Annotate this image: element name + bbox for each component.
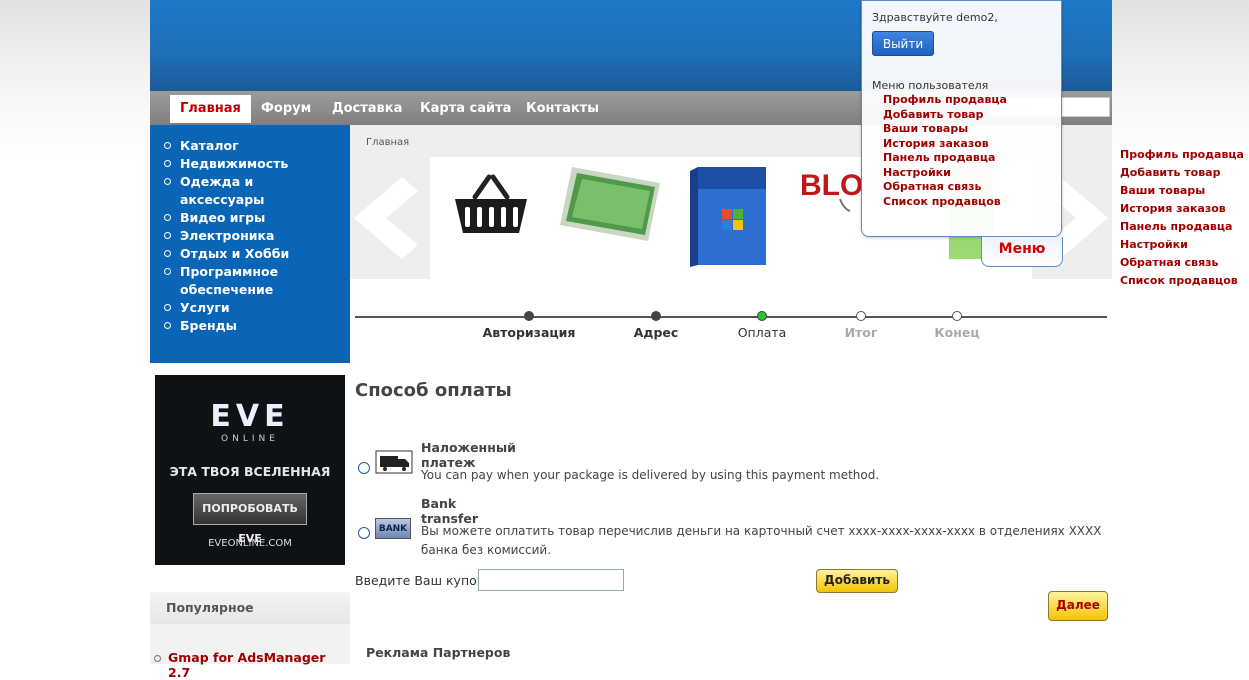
software-disc-image[interactable] xyxy=(560,167,662,241)
right-link-settings[interactable]: Настройки xyxy=(1120,236,1244,254)
nav-item-home[interactable]: Главная xyxy=(170,95,251,123)
bank-icon: BANK xyxy=(375,518,411,539)
user-menu-title: Меню пользователя xyxy=(872,79,989,92)
user-menu-seller-panel[interactable]: Панель продавца xyxy=(883,151,1007,166)
step-label: Авторизация xyxy=(482,325,576,340)
step-dot xyxy=(651,311,661,321)
payment-desc-cod: You can pay when your package is deliver… xyxy=(421,468,880,482)
right-link-seller-profile[interactable]: Профиль продавца xyxy=(1120,146,1244,164)
step-dot xyxy=(952,311,962,321)
category-link[interactable]: Каталог xyxy=(164,137,350,155)
category-link[interactable]: Электроника xyxy=(164,227,350,245)
category-link[interactable]: Одежда и аксессуары xyxy=(164,173,270,209)
category-sidebar: Каталог Недвижимость Одежда и аксессуары… xyxy=(150,125,350,363)
page-background-left xyxy=(0,0,150,664)
user-menu-settings[interactable]: Настройки xyxy=(883,166,1007,181)
right-link-seller-panel[interactable]: Панель продавца xyxy=(1120,218,1244,236)
user-menu-your-items[interactable]: Ваши товары xyxy=(883,122,1007,137)
user-menu-feedback[interactable]: Обратная связь xyxy=(883,180,1007,195)
right-link-feedback[interactable]: Обратная связь xyxy=(1120,254,1244,272)
popular-heading: Популярное xyxy=(150,592,350,624)
user-menu-sellers-list[interactable]: Список продавцов xyxy=(883,195,1007,210)
nav-item-sitemap[interactable]: Карта сайта xyxy=(410,95,521,123)
user-menu-seller-profile[interactable]: Профиль продавца xyxy=(883,93,1007,108)
payment-radio-bank[interactable] xyxy=(358,527,370,539)
eve-online-ad-banner[interactable]: EVE ONLINE ЭТА ТВОЯ ВСЕЛЕННАЯ ПОПРОБОВАТ… xyxy=(155,375,345,565)
category-link[interactable]: Бренды xyxy=(164,317,350,335)
user-menu-panel: Здравствуйте demo2, Выйти Меню пользоват… xyxy=(861,0,1062,237)
add-coupon-button[interactable]: Добавить xyxy=(816,569,898,593)
user-menu-order-history[interactable]: История заказов xyxy=(883,137,1007,152)
carousel-prev-arrow[interactable] xyxy=(350,157,430,279)
coupon-label: Введите Ваш купон xyxy=(355,573,485,588)
user-greeting: Здравствуйте demo2, xyxy=(872,11,998,24)
user-menu-toggle-tab[interactable]: Меню xyxy=(981,237,1063,267)
right-link-order-history[interactable]: История заказов xyxy=(1120,200,1244,218)
step-dot xyxy=(856,311,866,321)
chevron-left-icon xyxy=(354,177,418,259)
next-button[interactable]: Далее xyxy=(1048,591,1108,621)
eve-logo-subtitle: ONLINE xyxy=(221,434,279,444)
category-link[interactable]: Видео игры xyxy=(164,209,350,227)
truck-icon xyxy=(375,450,413,474)
svg-text:BLO: BLO xyxy=(800,169,863,202)
step-dot xyxy=(524,311,534,321)
nav-item-forum[interactable]: Форум xyxy=(251,95,321,123)
category-link[interactable]: Программное обеспечение xyxy=(164,263,280,299)
ad-url: EVEONLINE.COM xyxy=(208,538,292,549)
basket-icon[interactable] xyxy=(453,171,529,241)
breadcrumb[interactable]: Главная xyxy=(366,137,409,148)
step-label: Итог xyxy=(844,325,878,340)
ad-tagline: ЭТА ТВОЯ ВСЕЛЕННАЯ xyxy=(169,464,331,479)
user-menu-list: Профиль продавца Добавить товар Ваши тов… xyxy=(883,93,1007,209)
eve-logo: EVE xyxy=(210,399,290,434)
step-label: Оплата xyxy=(737,325,787,340)
nav-item-contacts[interactable]: Контакты xyxy=(516,95,609,123)
popular-list: Gmap for AdsManager 2.7 xyxy=(150,624,350,680)
category-link[interactable]: Отдых и Хобби xyxy=(164,245,350,263)
category-link[interactable]: Услуги xyxy=(164,299,350,317)
step-dot xyxy=(757,311,767,321)
step-label: Адрес xyxy=(633,325,679,340)
windows-xp-box-image[interactable] xyxy=(690,167,768,267)
nav-item-delivery[interactable]: Доставка xyxy=(322,95,412,123)
payment-desc-bank: Вы можете оплатить товар перечислив день… xyxy=(421,524,1102,557)
logout-button[interactable]: Выйти xyxy=(872,31,934,56)
step-label: Конец xyxy=(934,325,980,340)
right-link-your-items[interactable]: Ваши товары xyxy=(1120,182,1244,200)
user-menu-add-item[interactable]: Добавить товар xyxy=(883,108,1007,123)
coupon-input[interactable] xyxy=(478,569,624,591)
partners-heading: Реклама Партнеров xyxy=(366,645,511,660)
popular-item-link[interactable]: Gmap for AdsManager 2.7 xyxy=(154,650,350,680)
page-background-right xyxy=(1112,0,1249,664)
payment-method-title: Способ оплаты xyxy=(355,380,512,401)
category-link[interactable]: Недвижимость xyxy=(164,155,350,173)
right-link-sellers-list[interactable]: Список продавцов xyxy=(1120,272,1244,290)
checkout-steps: Авторизация Адрес Оплата Итог Конец xyxy=(355,310,1107,350)
steps-line xyxy=(355,316,1107,318)
right-link-add-item[interactable]: Добавить товар xyxy=(1120,164,1244,182)
ad-try-button[interactable]: ПОПРОБОВАТЬ EVE xyxy=(193,493,307,545)
payment-radio-cod[interactable] xyxy=(358,462,370,474)
right-user-links: Профиль продавца Добавить товар Ваши тов… xyxy=(1120,146,1244,290)
